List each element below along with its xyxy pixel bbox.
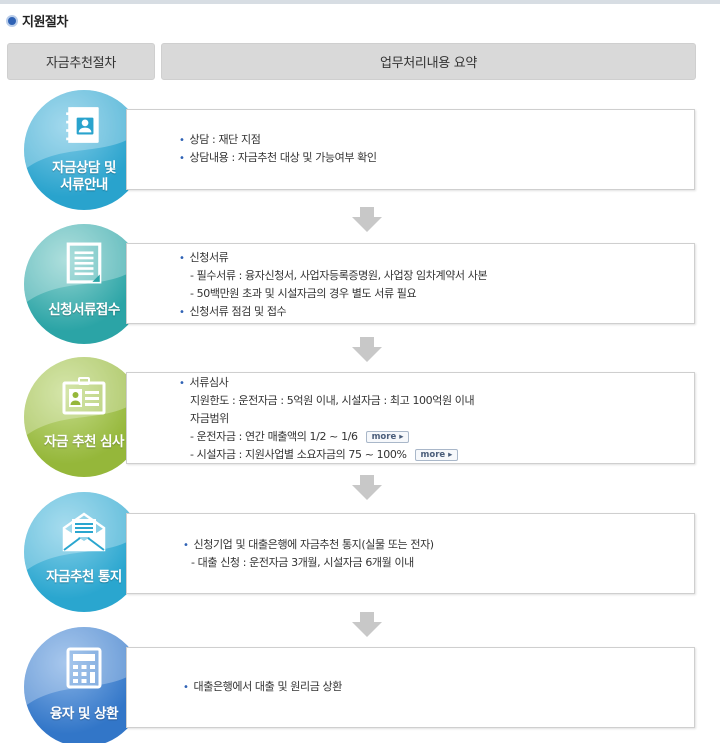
- list-item: • 대출은행에서 대출 및 원리금 상환: [183, 680, 342, 693]
- arrow-down-icon: [352, 475, 382, 500]
- id-card-icon: [62, 377, 106, 415]
- bullet-icon: •: [179, 135, 185, 146]
- section-title-text: 지원절차: [22, 15, 68, 30]
- document-list-icon: [66, 242, 102, 284]
- list-item: 자금범위: [190, 412, 229, 425]
- list-item: • 상담 : 재단 지점: [179, 133, 261, 146]
- list-item: - 필수서류 : 융자신청서, 사업자등록증명원, 사업장 임차계약서 사본: [190, 269, 488, 282]
- list-item: 지원한도 : 운전자금 : 5억원 이내, 시설자금 : 최고 100억원 이내: [190, 394, 475, 407]
- arrow-down-icon: [352, 337, 382, 362]
- bullet-icon: •: [183, 540, 189, 551]
- step-document-summary: • 신청서류 - 필수서류 : 융자신청서, 사업자등록증명원, 사업장 임차계약…: [126, 243, 695, 324]
- bullet-icon: •: [179, 378, 185, 389]
- section-title: 지원절차: [6, 11, 68, 30]
- list-item: - 운전자금 : 연간 매출액의 1/2 ~ 1/6 more ▸: [190, 430, 410, 444]
- step-consult-summary: • 상담 : 재단 지점 • 상담내용 : 자금추천 대상 및 가능여부 확인: [126, 109, 695, 190]
- list-item: • 신청서류 점검 및 접수: [179, 305, 287, 318]
- arrow-down-icon: [352, 612, 382, 637]
- bullet-icon: •: [179, 307, 185, 318]
- step-notice-summary: • 신청기업 및 대출은행에 자금추천 통지(실물 또는 전자) - 대출 신청 …: [126, 513, 695, 594]
- more-button-facility[interactable]: more ▸: [414, 449, 459, 461]
- top-border: [0, 0, 720, 4]
- column-header-process: 자금추천절차: [7, 43, 155, 80]
- calculator-icon: [66, 647, 102, 689]
- list-item: • 상담내용 : 자금추천 대상 및 가능여부 확인: [179, 151, 377, 164]
- bullet-icon: •: [183, 682, 189, 693]
- list-item: - 대출 신청 : 운전자금 3개월, 시설자금 6개월 이내: [191, 556, 414, 569]
- list-item: • 서류심사: [179, 376, 229, 389]
- bullet-icon: •: [179, 153, 185, 164]
- more-button-operating[interactable]: more ▸: [365, 431, 410, 443]
- envelope-icon: [62, 512, 106, 552]
- step-review-summary: • 서류심사 지원한도 : 운전자금 : 5억원 이내, 시설자금 : 최고 10…: [126, 372, 695, 464]
- list-item: • 신청기업 및 대출은행에 자금추천 통지(실물 또는 전자): [183, 538, 434, 551]
- column-header-summary: 업무처리내용 요약: [161, 43, 696, 80]
- list-item: - 시설자금 : 지원사업별 소요자금의 75 ~ 100% more ▸: [190, 448, 459, 462]
- step-loan-summary: • 대출은행에서 대출 및 원리금 상환: [126, 647, 695, 728]
- list-item: - 50백만원 초과 및 시설자금의 경우 별도 서류 필요: [190, 287, 417, 300]
- bullet-icon: •: [179, 253, 185, 264]
- list-item: • 신청서류: [179, 251, 229, 264]
- title-bullet-icon: [6, 14, 18, 27]
- consult-book-icon: [66, 107, 99, 143]
- arrow-down-icon: [352, 207, 382, 232]
